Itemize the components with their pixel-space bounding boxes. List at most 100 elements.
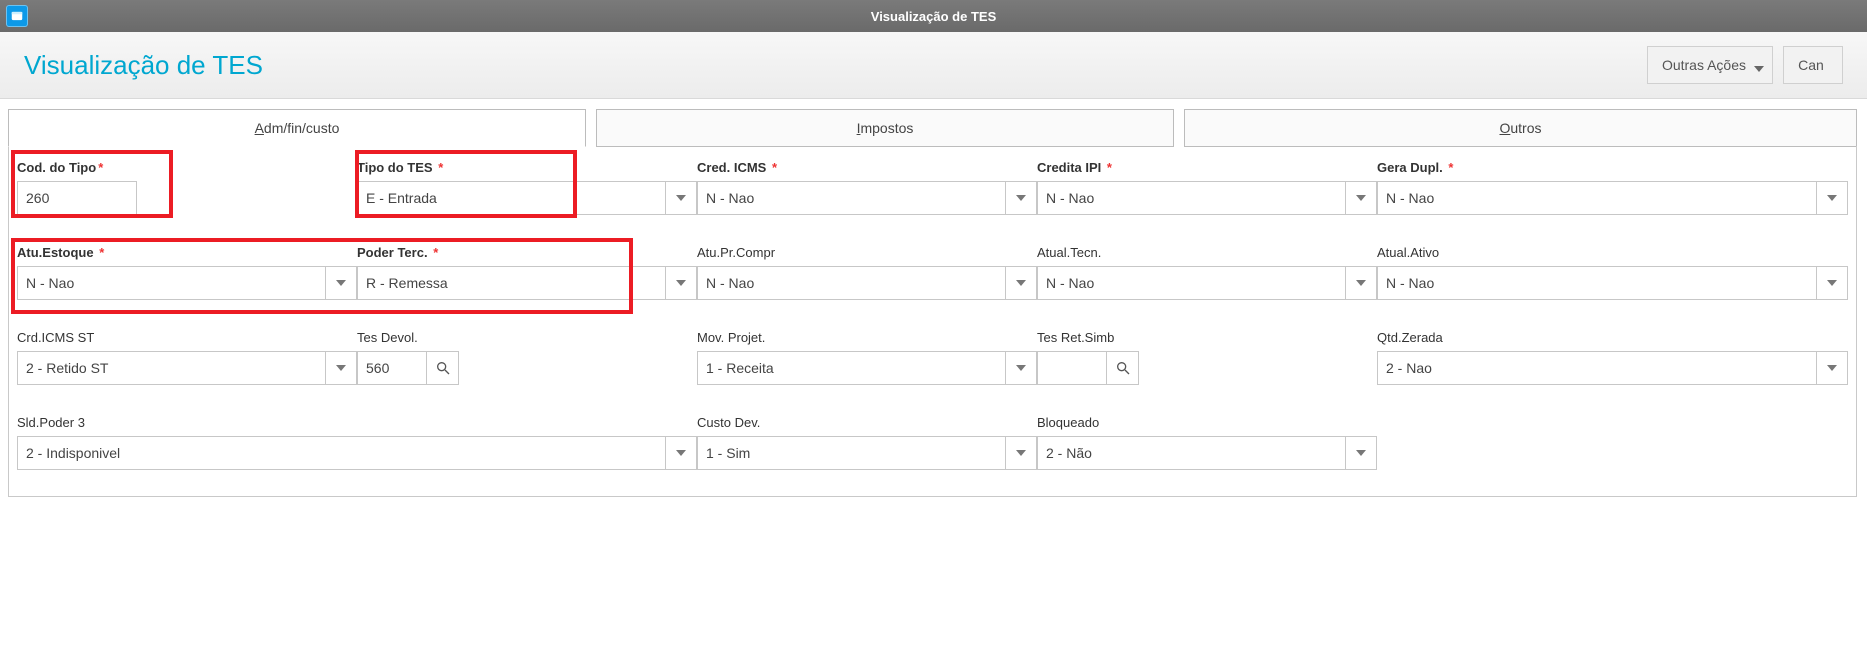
combo-atual-tecn-text: N - Nao [1037, 266, 1345, 300]
tab-mnemonic: O [1499, 120, 1510, 136]
chevron-down-icon[interactable] [665, 266, 697, 300]
combo-atual-tecn[interactable]: N - Nao [1037, 266, 1377, 300]
tab-outros[interactable]: Outros [1184, 109, 1857, 147]
field-poder-terc: Poder Terc. * R - Remessa [357, 245, 697, 300]
combo-atual-ativo[interactable]: N - Nao [1377, 266, 1848, 300]
chevron-down-icon[interactable] [1345, 436, 1377, 470]
field-custo-dev: Custo Dev. 1 - Sim [697, 415, 1037, 470]
combo-sld-poder-3[interactable]: 2 - Indisponivel [17, 436, 697, 470]
chevron-down-icon[interactable] [325, 266, 357, 300]
chevron-down-icon[interactable] [1005, 351, 1037, 385]
combo-crd-icms-st-text: 2 - Retido ST [17, 351, 325, 385]
field-atu-pr-compr: Atu.Pr.Compr N - Nao [697, 245, 1037, 300]
chevron-down-icon[interactable] [325, 351, 357, 385]
chevron-down-icon[interactable] [1005, 181, 1037, 215]
chevron-down-icon[interactable] [1005, 436, 1037, 470]
combo-atu-estoque[interactable]: N - Nao [17, 266, 357, 300]
combo-bloqueado-text: 2 - Não [1037, 436, 1345, 470]
form-row-3: Crd.ICMS ST 2 - Retido ST Tes Devol. Mov… [17, 326, 1848, 389]
form-row-2: Atu.Estoque * N - Nao Poder Terc. * R - … [17, 241, 1848, 304]
combo-bloqueado[interactable]: 2 - Não [1037, 436, 1377, 470]
label-poder-terc: Poder Terc. * [357, 245, 697, 260]
label-tes-devol: Tes Devol. [357, 330, 697, 345]
input-cod-tipo[interactable] [17, 181, 137, 215]
combo-credita-ipi[interactable]: N - Nao [1037, 181, 1377, 215]
combo-mov-projet[interactable]: 1 - Receita [697, 351, 1037, 385]
field-tes-ret-simb: Tes Ret.Simb [1037, 330, 1377, 385]
combo-custo-dev[interactable]: 1 - Sim [697, 436, 1037, 470]
field-crd-icms-st: Crd.ICMS ST 2 - Retido ST [17, 330, 357, 385]
tab-label: mpostos [860, 120, 913, 136]
tab-label: dm/fin/custo [264, 120, 339, 136]
content-area: Adm/fin/custo Impostos Outros Cod. do Ti… [0, 99, 1867, 509]
combo-custo-dev-text: 1 - Sim [697, 436, 1005, 470]
label-atual-tecn: Atual.Tecn. [1037, 245, 1377, 260]
cancel-button[interactable]: Can [1783, 46, 1843, 84]
label-crd-icms-st: Crd.ICMS ST [17, 330, 357, 345]
field-gera-dupl: Gera Dupl. * N - Nao [1377, 160, 1848, 215]
chevron-down-icon[interactable] [1345, 266, 1377, 300]
combo-tipo-tes-text: E - Entrada [357, 181, 665, 215]
cancel-label: Can [1798, 57, 1824, 73]
chevron-down-icon[interactable] [1345, 181, 1377, 215]
combo-cred-icms[interactable]: N - Nao [697, 181, 1037, 215]
chevron-down-icon[interactable] [1816, 181, 1848, 215]
tab-label: utros [1510, 120, 1541, 136]
field-atu-estoque: Atu.Estoque * N - Nao [17, 245, 357, 300]
tab-impostos[interactable]: Impostos [596, 109, 1174, 147]
page-title: Visualização de TES [24, 50, 263, 81]
combo-atu-pr-compr-text: N - Nao [697, 266, 1005, 300]
label-bloqueado: Bloqueado [1037, 415, 1377, 430]
combo-crd-icms-st[interactable]: 2 - Retido ST [17, 351, 357, 385]
input-tes-ret-simb[interactable] [1037, 351, 1107, 385]
header-actions: Outras Ações Can [1647, 46, 1843, 84]
chevron-down-icon[interactable] [1816, 266, 1848, 300]
chevron-down-icon[interactable] [1005, 266, 1037, 300]
lookup-tes-devol[interactable] [357, 351, 697, 385]
field-tipo-tes: Tipo do TES * E - Entrada [357, 160, 697, 215]
combo-tipo-tes[interactable]: E - Entrada [357, 181, 697, 215]
label-sld-poder-3: Sld.Poder 3 [17, 415, 697, 430]
page-header: Visualização de TES Outras Ações Can [0, 32, 1867, 99]
search-icon[interactable] [427, 351, 459, 385]
combo-atu-pr-compr[interactable]: N - Nao [697, 266, 1037, 300]
field-cred-icms: Cred. ICMS * N - Nao [697, 160, 1037, 215]
field-sld-poder-3: Sld.Poder 3 2 - Indisponivel [17, 415, 697, 470]
label-gera-dupl: Gera Dupl. * [1377, 160, 1848, 175]
lookup-tes-ret-simb[interactable] [1037, 351, 1377, 385]
app-icon [6, 5, 28, 27]
combo-qtd-zerada[interactable]: 2 - Nao [1377, 351, 1848, 385]
chevron-down-icon[interactable] [665, 436, 697, 470]
tab-adm-fin-custo[interactable]: Adm/fin/custo [8, 109, 586, 147]
field-atual-ativo: Atual.Ativo N - Nao [1377, 245, 1848, 300]
combo-gera-dupl-text: N - Nao [1377, 181, 1816, 215]
label-cred-icms: Cred. ICMS * [697, 160, 1037, 175]
search-icon[interactable] [1107, 351, 1139, 385]
field-tes-devol: Tes Devol. [357, 330, 697, 385]
form-row-1: Cod. do Tipo* Tipo do TES * E - Entrada … [17, 156, 1848, 219]
chevron-down-icon[interactable] [665, 181, 697, 215]
combo-cred-icms-text: N - Nao [697, 181, 1005, 215]
window-title: Visualização de TES [871, 9, 996, 24]
combo-poder-terc[interactable]: R - Remessa [357, 266, 697, 300]
other-actions-button[interactable]: Outras Ações [1647, 46, 1773, 84]
chevron-down-icon [1754, 61, 1764, 77]
label-mov-projet: Mov. Projet. [697, 330, 1037, 345]
input-tes-devol[interactable] [357, 351, 427, 385]
chevron-down-icon[interactable] [1816, 351, 1848, 385]
window-titlebar: Visualização de TES [0, 0, 1867, 32]
combo-poder-terc-text: R - Remessa [357, 266, 665, 300]
combo-sld-poder-3-text: 2 - Indisponivel [17, 436, 665, 470]
combo-atual-ativo-text: N - Nao [1377, 266, 1816, 300]
form-panel: Cod. do Tipo* Tipo do TES * E - Entrada … [8, 146, 1857, 497]
field-cod-tipo: Cod. do Tipo* [17, 160, 357, 215]
combo-qtd-zerada-text: 2 - Nao [1377, 351, 1816, 385]
other-actions-label: Outras Ações [1662, 57, 1746, 73]
form-row-4: Sld.Poder 3 2 - Indisponivel Custo Dev. … [17, 411, 1848, 474]
combo-credita-ipi-text: N - Nao [1037, 181, 1345, 215]
label-atual-ativo: Atual.Ativo [1377, 245, 1848, 260]
label-atu-pr-compr: Atu.Pr.Compr [697, 245, 1037, 260]
label-cod-tipo: Cod. do Tipo* [17, 160, 357, 175]
combo-atu-estoque-text: N - Nao [17, 266, 325, 300]
combo-gera-dupl[interactable]: N - Nao [1377, 181, 1848, 215]
